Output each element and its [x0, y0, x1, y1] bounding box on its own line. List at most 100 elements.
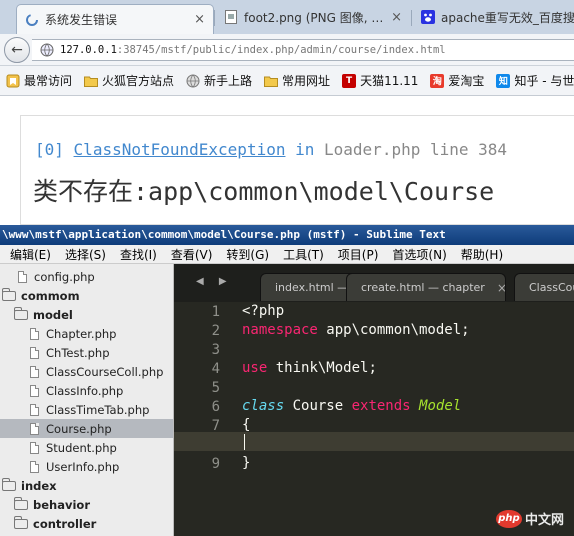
menu-tools[interactable]: 工具(T) — [283, 246, 324, 263]
code-token: namespace — [242, 322, 318, 338]
code-line-4: use think\Model; — [242, 359, 377, 378]
code-line-2: namespace app\common\model; — [242, 321, 470, 340]
close-icon[interactable]: × — [194, 12, 205, 27]
watermark: php 中文网 — [495, 509, 564, 528]
sidebar-item-classinfo-php[interactable]: ClassInfo.php — [0, 381, 173, 400]
tmall-icon: T — [342, 73, 357, 88]
line-number: 4 — [211, 361, 220, 377]
url-path: :38745/mstf/public/index.php/admin/cours… — [116, 44, 446, 56]
sidebar-item-label: UserInfo.php — [46, 459, 120, 474]
close-icon[interactable]: × — [391, 10, 402, 25]
editor-tab-bar: ◀ ▶ index.html — ( create.html — chapter… — [174, 264, 574, 302]
sidebar-item-student-php[interactable]: Student.php — [0, 438, 173, 457]
bookmark-tmall[interactable]: T 天猫11.11 — [342, 72, 418, 89]
code-line-9: } — [242, 454, 250, 473]
bookmark-label: 最常访问 — [24, 74, 73, 88]
tab-foot2-png[interactable]: foot2.png (PNG 图像, … × — [216, 4, 410, 30]
sidebar-item-chtest-php[interactable]: ChTest.php — [0, 343, 173, 362]
bookmark-getting-started[interactable]: 新手上路 — [186, 72, 252, 89]
sidebar-item-userinfo-php[interactable]: UserInfo.php — [0, 457, 173, 476]
sidebar-item-label: ClassTimeTab.php — [46, 402, 150, 417]
tab-separator — [411, 10, 412, 26]
tab-separator — [214, 10, 215, 26]
sidebar-item-config-php[interactable]: config.php — [0, 267, 173, 286]
sidebar-item-index[interactable]: index — [0, 476, 173, 495]
bookmark-common-sites[interactable]: 常用网址 — [264, 72, 330, 89]
tab-label: apache重写无效_百度搜索 — [441, 10, 574, 25]
url-text[interactable]: 127.0.0.1:38745/mstf/public/index.php/ad… — [60, 44, 446, 56]
code-token: extends — [351, 398, 411, 414]
code-editor[interactable]: ◀ ▶ index.html — ( create.html — chapter… — [174, 264, 574, 536]
sublime-title-bar: \www\mstf\application\commom\model\Cours… — [0, 225, 574, 245]
sidebar-item-label: Course.php — [46, 421, 112, 436]
menu-selection[interactable]: 选择(S) — [65, 246, 106, 263]
code-token: think\Model; — [267, 360, 377, 376]
exception-link[interactable]: ClassNotFoundException — [74, 140, 286, 159]
code-text[interactable]: <?php namespace app\common\model; use th… — [242, 302, 574, 536]
tab-label: 系统发生错误 — [45, 13, 118, 27]
tab-create-html[interactable]: create.html — chapter × — [346, 273, 506, 301]
sidebar-item-behavior[interactable]: behavior — [0, 495, 173, 514]
tab-index-html[interactable]: index.html — ( — [260, 273, 360, 301]
sidebar-item-controller[interactable]: controller — [0, 514, 173, 533]
file-icon — [30, 460, 39, 473]
error-box: [0] ClassNotFoundException in Loader.php… — [20, 115, 574, 225]
sidebar-item-label: model — [33, 307, 73, 322]
url-host: 127.0.0.1 — [60, 44, 117, 56]
line-number: 5 — [211, 380, 220, 396]
sidebar-item-commom[interactable]: commom — [0, 286, 173, 305]
file-icon — [18, 270, 27, 283]
folder-icon — [1, 287, 16, 301]
tab-nav-arrows[interactable]: ◀ ▶ — [196, 276, 233, 287]
menu-preferences[interactable]: 首选项(N) — [392, 246, 446, 263]
code-line-1: <?php — [242, 302, 284, 321]
close-icon[interactable]: × — [497, 281, 505, 295]
sublime-menu-bar: 编辑(E) 选择(S) 查找(I) 查看(V) 转到(G) 工具(T) 项目(P… — [0, 245, 574, 264]
browser-tab-bar: 系统发生错误 × foot2.png (PNG 图像, … × apache重写… — [0, 0, 574, 34]
sidebar-item-chapter-php[interactable]: Chapter.php — [0, 324, 173, 343]
code-token: use — [242, 360, 268, 376]
tab-system-error[interactable]: 系统发生错误 × — [16, 4, 214, 34]
sidebar-item-classtimetab-php[interactable]: ClassTimeTab.php — [0, 400, 173, 419]
folder-icon — [1, 477, 16, 491]
url-bar[interactable]: 127.0.0.1:38745/mstf/public/index.php/ad… — [32, 39, 574, 61]
menu-project[interactable]: 项目(P) — [338, 246, 379, 263]
bookmark-ai-taobao[interactable]: 淘 爱淘宝 — [430, 72, 484, 89]
tab-baidu-search[interactable]: apache重写无效_百度搜索 — [413, 4, 574, 30]
menu-edit[interactable]: 编辑(E) — [10, 246, 51, 263]
zhihu-icon: 知 — [496, 73, 511, 88]
code-token: Course — [284, 398, 352, 414]
taobao-icon: 淘 — [430, 73, 445, 88]
exception-line: [0] ClassNotFoundException in Loader.php… — [35, 140, 507, 159]
sidebar-item-classcoursecoll-php[interactable]: ClassCourseColl.php — [0, 362, 173, 381]
back-button[interactable]: ← — [4, 37, 30, 63]
sidebar-item-label: commom — [21, 288, 80, 303]
navigation-bar: ← 127.0.0.1:38745/mstf/public/index.php/… — [0, 34, 574, 66]
sidebar-item-model[interactable]: model — [0, 305, 173, 324]
tab-label: foot2.png (PNG 图像, … — [244, 10, 384, 25]
bookmark-label: 爱淘宝 — [448, 74, 485, 88]
line-number: 3 — [211, 342, 220, 358]
bookmark-firefox-official[interactable]: 火狐官方站点 — [84, 72, 174, 89]
bookmark-star-icon — [6, 74, 20, 88]
sidebar-item-label: ClassInfo.php — [46, 383, 124, 398]
menu-goto[interactable]: 转到(G) — [226, 246, 269, 263]
file-icon — [30, 403, 39, 416]
tab-classcou[interactable]: ClassCou — [514, 273, 574, 301]
tab-label: create.html — chapter — [361, 281, 485, 294]
sidebar-item-label: Student.php — [46, 440, 117, 455]
menu-help[interactable]: 帮助(H) — [461, 246, 503, 263]
sidebar-item-course-php[interactable]: Course.php — [0, 419, 173, 438]
in-keyword: in — [295, 140, 315, 159]
bookmark-label: 知乎 - 与世界 — [514, 74, 574, 88]
folder-icon — [84, 74, 99, 88]
bookmark-zhihu[interactable]: 知 知乎 - 与世界 — [496, 72, 574, 89]
menu-find[interactable]: 查找(I) — [120, 246, 157, 263]
file-icon — [30, 441, 39, 454]
line-number: 6 — [211, 399, 220, 415]
menu-view[interactable]: 查看(V) — [171, 246, 213, 263]
sidebar-item-label: Chapter.php — [46, 326, 117, 341]
bookmark-label: 常用网址 — [282, 74, 331, 88]
bookmark-most-visited[interactable]: 最常访问 — [6, 72, 72, 89]
code-token: class — [242, 398, 285, 414]
